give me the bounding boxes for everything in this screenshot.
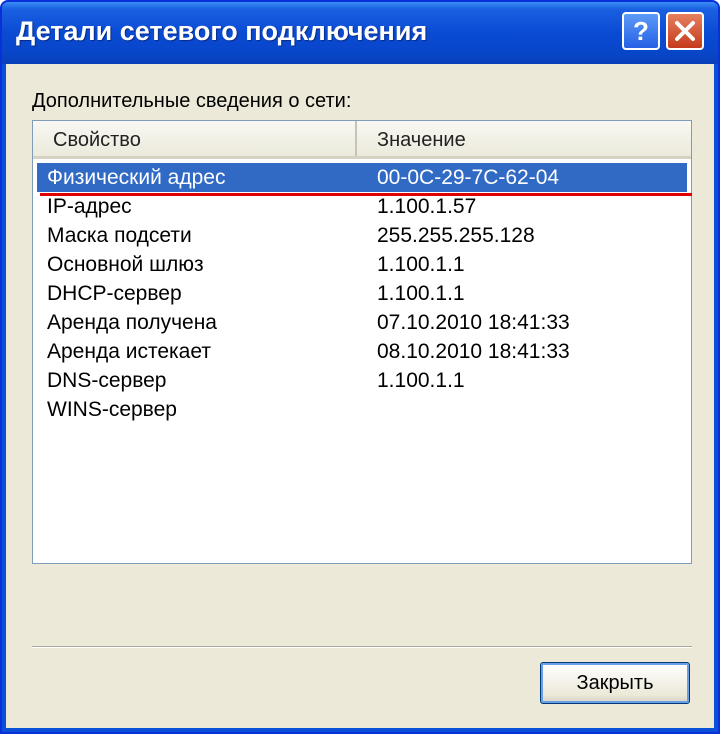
title-bar[interactable]: Детали сетевого подключения ? [2, 2, 718, 64]
list-item[interactable]: Маска подсети 255.255.255.128 [37, 221, 687, 250]
list-item[interactable]: Физический адрес 00-0C-29-7C-62-04 [37, 163, 687, 192]
close-icon [675, 21, 695, 41]
property-name: Основной шлюз [47, 253, 204, 276]
list-item[interactable]: Аренда истекает 08.10.2010 18:41:33 [37, 337, 687, 366]
property-value: 1.100.1.1 [377, 253, 465, 276]
property-name: Маска подсети [47, 224, 192, 247]
network-details-list[interactable]: Свойство Значение Физический адрес 00-0C… [32, 120, 692, 564]
property-value: 1.100.1.57 [377, 195, 477, 218]
close-button[interactable]: Закрыть [540, 662, 690, 704]
property-name: Аренда истекает [47, 340, 211, 363]
property-name: Аренда получена [47, 311, 217, 334]
property-value: 07.10.2010 18:41:33 [377, 311, 570, 334]
property-value: 00-0C-29-7C-62-04 [377, 166, 560, 189]
help-icon: ? [633, 16, 649, 46]
property-name: DNS-сервер [47, 369, 167, 392]
close-window-button[interactable] [666, 12, 704, 50]
list-item[interactable]: Основной шлюз 1.100.1.1 [37, 250, 687, 279]
column-header-property[interactable]: Свойство [33, 121, 357, 156]
svg-text:?: ? [633, 16, 649, 46]
property-value: 08.10.2010 18:41:33 [377, 340, 570, 363]
list-item[interactable]: DNS-сервер 1.100.1.1 [37, 366, 687, 395]
property-name: Физический адрес [47, 166, 226, 189]
help-button[interactable]: ? [622, 12, 660, 50]
list-item[interactable]: Аренда получена 07.10.2010 18:41:33 [37, 308, 687, 337]
list-header: Свойство Значение [33, 121, 691, 159]
window-title: Детали сетевого подключения [16, 16, 428, 46]
annotation-underline [40, 193, 692, 196]
property-value: 255.255.255.128 [377, 224, 535, 247]
dialog-window: Детали сетевого подключения ? Дополнител… [0, 0, 720, 734]
divider [32, 646, 692, 648]
property-name: WINS-сервер [47, 398, 177, 421]
property-value: 1.100.1.1 [377, 282, 465, 305]
list-item[interactable]: WINS-сервер [37, 395, 687, 424]
property-name: DHCP-сервер [47, 282, 182, 305]
dialog-body: Дополнительные сведения о сети: Свойство… [6, 64, 714, 728]
property-name: IP-адрес [47, 195, 132, 218]
column-header-value[interactable]: Значение [357, 121, 687, 156]
property-value: 1.100.1.1 [377, 369, 465, 392]
list-item[interactable]: IP-адрес 1.100.1.57 [37, 192, 687, 221]
details-caption: Дополнительные сведения о сети: [32, 90, 352, 112]
list-item[interactable]: DHCP-сервер 1.100.1.1 [37, 279, 687, 308]
